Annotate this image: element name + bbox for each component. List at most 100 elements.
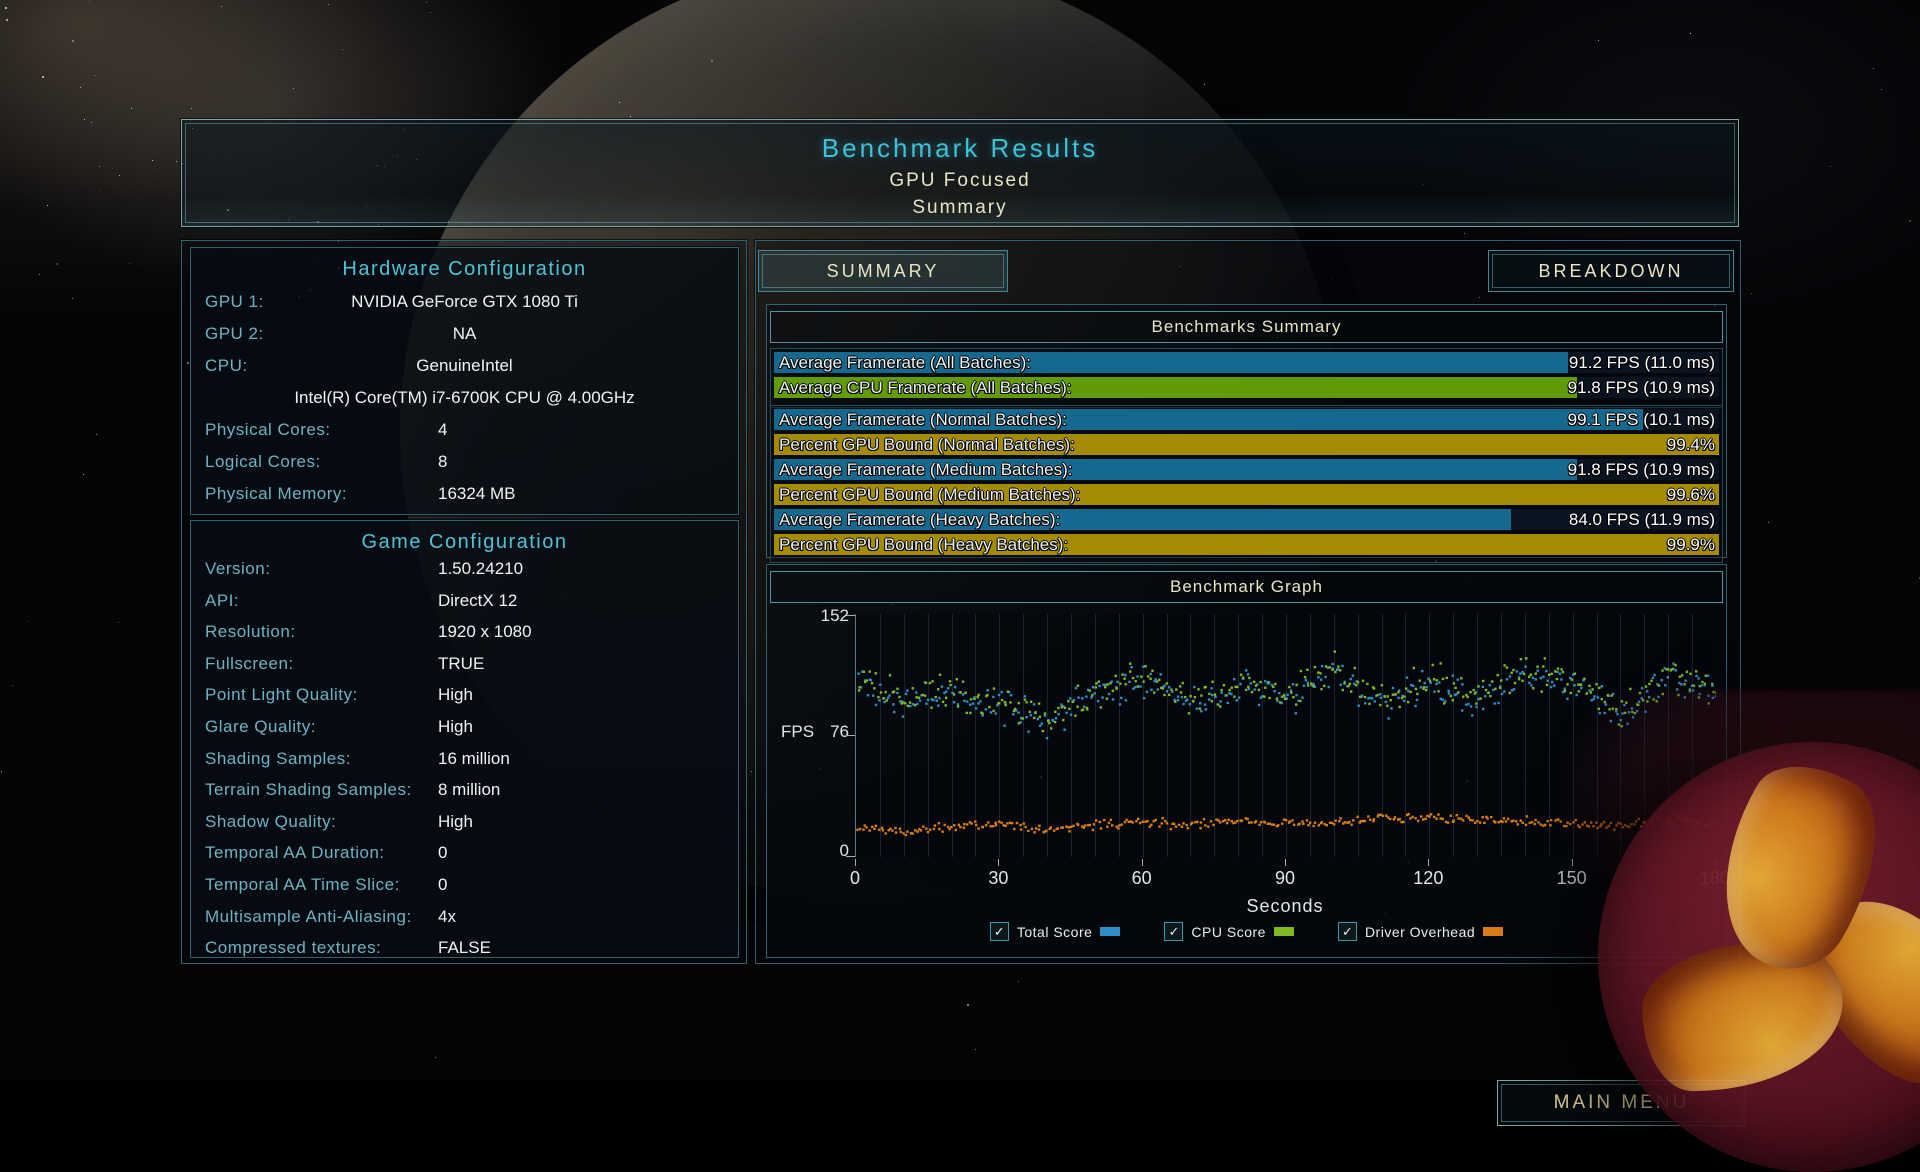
config-row: Intel(R) Core(TM) i7-6700K CPU @ 4.00GHz <box>191 382 738 414</box>
config-label: Shadow Quality: <box>205 812 336 832</box>
config-row: Glare Quality:High <box>191 711 738 743</box>
star <box>12 685 13 686</box>
star <box>430 12 431 13</box>
legend-checkbox[interactable]: ✓ <box>1338 922 1357 941</box>
x-tick-label: 30 <box>968 868 1028 889</box>
x-tick <box>1428 859 1429 866</box>
bar-label: Average Framerate (Medium Batches): <box>779 460 1073 480</box>
benchmarks-summary-title: Benchmarks Summary <box>770 311 1723 343</box>
config-value: 16 million <box>438 749 728 769</box>
benchmark-graph-title: Benchmark Graph <box>770 571 1723 603</box>
star <box>72 40 74 42</box>
x-tick <box>1572 859 1573 866</box>
config-row: Fullscreen:TRUE <box>191 648 738 680</box>
config-label: Shading Samples: <box>205 749 351 769</box>
config-label: Temporal AA Duration: <box>205 843 385 863</box>
config-value: 8 <box>438 452 728 472</box>
legend-item: ✓ Driver Overhead <box>1338 922 1503 941</box>
config-value: High <box>438 717 728 737</box>
star <box>751 771 752 772</box>
config-value: FALSE <box>438 938 728 958</box>
star <box>96 434 97 435</box>
star <box>619 102 620 103</box>
legend-label: Total Score <box>1017 924 1093 940</box>
scatter-points <box>856 614 1716 857</box>
tab-summary[interactable]: SUMMARY <box>758 250 1008 292</box>
x-tick <box>998 859 999 866</box>
config-row: Shadow Quality: High <box>191 806 738 838</box>
legend-swatch <box>1274 927 1294 936</box>
star <box>129 263 130 264</box>
config-value: 16324 MB <box>438 484 728 504</box>
config-value: NVIDIA GeForce GTX 1080 Ti <box>191 292 738 312</box>
star <box>1798 750 1799 751</box>
bar-label: Percent GPU Bound (Medium Batches): <box>779 485 1080 505</box>
bar-value: 99.1 FPS (10.1 ms) <box>1568 410 1715 430</box>
results-header-panel: Benchmark Results GPU Focused Summary <box>181 119 1739 227</box>
summary-group-batch-sizes: Average Framerate (Normal Batches):99.1 … <box>770 405 1723 563</box>
star <box>1830 166 1831 167</box>
config-label: Multisample Anti-Aliasing: <box>205 907 412 927</box>
config-value: DirectX 12 <box>438 591 728 611</box>
config-row: Physical Cores:4 <box>191 414 738 446</box>
star <box>152 160 153 161</box>
bar-value: 91.8 FPS (10.9 ms) <box>1568 378 1715 398</box>
config-row: Multisample Anti-Aliasing:4x <box>191 901 738 933</box>
bar-label: Percent GPU Bound (Heavy Batches): <box>779 535 1068 555</box>
config-value: High <box>438 685 728 705</box>
star <box>131 108 132 109</box>
config-value: High <box>438 812 728 832</box>
config-label: Compressed textures: <box>205 938 381 958</box>
bar-label: Average Framerate (All Batches): <box>779 353 1031 373</box>
config-value: GenuineIntel <box>191 356 738 376</box>
config-row: Terrain Shading Samples:8 million <box>191 774 738 806</box>
config-label: Physical Cores: <box>205 420 331 440</box>
tab-breakdown[interactable]: BREAKDOWN <box>1488 250 1734 292</box>
legend-checkbox[interactable]: ✓ <box>1164 922 1183 941</box>
bar-value: 91.8 FPS (10.9 ms) <box>1568 460 1715 480</box>
config-row: Resolution:1920 x 1080 <box>191 616 738 648</box>
star <box>1598 40 1599 41</box>
x-tick <box>1142 859 1143 866</box>
game-configuration-panel: Game Configuration Version:1.50.24210API… <box>190 520 739 958</box>
bar-value: 84.0 FPS (11.9 ms) <box>1569 510 1715 530</box>
star <box>1746 1047 1748 1049</box>
config-row: Compressed textures: FALSE <box>191 932 738 964</box>
x-axis-title: Seconds <box>855 896 1715 917</box>
star <box>80 87 81 88</box>
page-title: Benchmark Results <box>182 133 1738 164</box>
benchmark-type-label: GPU Focused <box>182 170 1738 192</box>
y-axis-max-label: 152 <box>777 606 849 626</box>
config-label: Fullscreen: <box>205 654 294 674</box>
summary-group-all-batches: Average Framerate (All Batches):91.2 FPS… <box>770 348 1723 408</box>
legend-checkbox[interactable]: ✓ <box>990 922 1009 941</box>
config-row: Shading Samples: 16 million <box>191 743 738 775</box>
config-row: Logical Cores:8 <box>191 446 738 478</box>
config-label: Temporal AA Time Slice: <box>205 875 400 895</box>
legend-label: Driver Overhead <box>1365 924 1475 940</box>
star <box>83 474 84 475</box>
legend-item: ✓ Total Score <box>990 922 1121 941</box>
x-tick-label: 60 <box>1112 868 1172 889</box>
star <box>435 1057 436 1058</box>
y-tick <box>846 615 855 616</box>
star <box>328 4 329 5</box>
star <box>630 116 631 117</box>
star <box>426 2 427 3</box>
main-menu-button[interactable]: MAIN MENU <box>1497 1080 1746 1126</box>
star <box>711 60 713 62</box>
star <box>176 161 177 162</box>
config-row: GPU 1:NVIDIA GeForce GTX 1080 Ti <box>191 286 738 318</box>
star <box>1018 981 1019 982</box>
y-tick <box>846 735 855 736</box>
bar-label: Average CPU Framerate (All Batches): <box>779 378 1072 398</box>
star <box>119 175 120 176</box>
config-value: 0 <box>438 875 728 895</box>
bar-label: Percent GPU Bound (Normal Batches): <box>779 435 1075 455</box>
star <box>72 298 73 299</box>
star <box>94 75 95 76</box>
config-row: Physical Memory:16324 MB <box>191 478 738 510</box>
bar-value: 99.4% <box>1667 435 1715 455</box>
summary-row: Percent GPU Bound (Heavy Batches):99.9% <box>774 534 1719 555</box>
graph-legend: ✓Total Score✓CPU Score✓Driver Overhead <box>767 922 1726 941</box>
